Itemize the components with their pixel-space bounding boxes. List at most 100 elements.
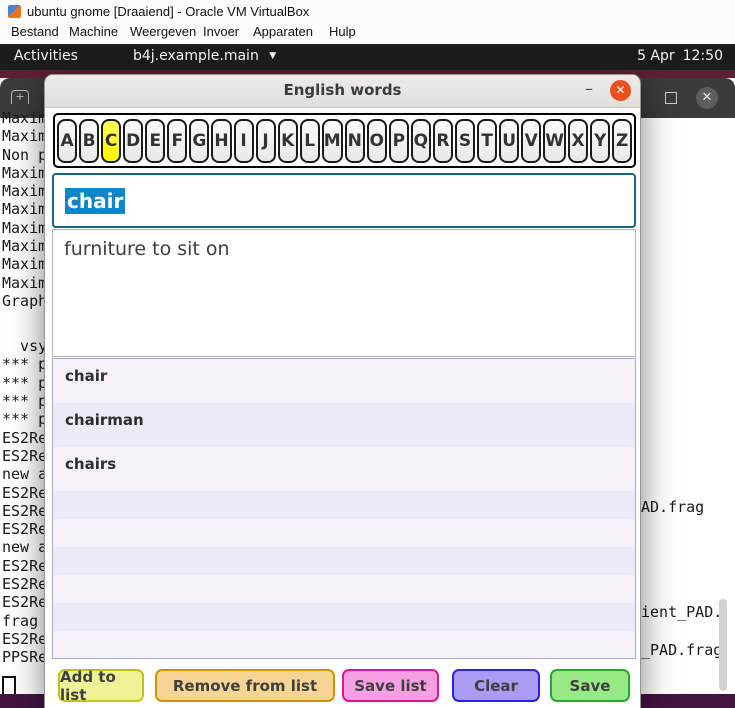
clock-time: 12:50	[682, 48, 723, 64]
letter-key-i[interactable]: I	[233, 118, 254, 163]
menu-machine[interactable]: Machine	[69, 24, 118, 39]
clock-button[interactable]: 5 Apr 12:50	[629, 48, 723, 64]
terminal-scrollbar[interactable]	[719, 599, 727, 691]
word-list-empty-row	[53, 547, 635, 575]
terminal-output-line: new a	[2, 539, 46, 556]
terminal-output-line: *** p	[2, 375, 46, 392]
definition-box[interactable]: furniture to sit on	[52, 229, 636, 357]
letter-key-h[interactable]: H	[211, 118, 232, 163]
terminal-output-line: Maxim	[2, 201, 46, 218]
letter-key-x[interactable]: X	[568, 118, 589, 163]
menu-weergeven[interactable]: Weergeven	[130, 24, 196, 39]
save-button[interactable]: Save	[550, 669, 630, 702]
add-to-list-button[interactable]: Add to list	[58, 668, 144, 704]
letter-key-k[interactable]: K	[277, 118, 298, 163]
menu-apparaten[interactable]: Apparaten	[253, 24, 313, 39]
letter-key-b[interactable]: B	[79, 118, 100, 163]
terminal-output-line: *** p	[2, 356, 46, 373]
letter-key-e[interactable]: E	[145, 118, 166, 163]
english-words-window: English words – ✕ ABCDEFGHIJKLMNOPQRSTUV…	[44, 74, 641, 708]
terminal-close-icon[interactable]: ✕	[696, 87, 718, 109]
terminal-output-line: PPSRe	[2, 649, 46, 666]
letter-key-j[interactable]: J	[255, 118, 276, 163]
word-list[interactable]: chair chairman chairs	[52, 358, 636, 659]
letter-key-y[interactable]: Y	[590, 118, 611, 163]
terminal-output-line: Maxim	[2, 238, 46, 255]
app-menu-button[interactable]: b4j.example.main ▼	[133, 48, 276, 64]
minimize-icon[interactable]: –	[585, 79, 593, 98]
virtualbox-window-title: ubuntu gnome [Draaiend] - Oracle VM Virt…	[27, 3, 310, 19]
word-list-item[interactable]: chair	[53, 359, 635, 403]
terminal-output-line: ES2Re	[2, 485, 46, 502]
terminal-output-line: ES2Re	[2, 448, 46, 465]
terminal-output-line: ES2Re	[2, 594, 46, 611]
terminal-output-line: Graph	[2, 293, 46, 310]
letter-key-d[interactable]: D	[123, 118, 144, 163]
letter-key-n[interactable]: N	[344, 118, 365, 163]
virtualbox-menubar: Bestand Machine Weergeven Invoer Apparaten Hu…	[0, 22, 735, 44]
virtualbox-titlebar: ubuntu gnome [Draaiend] - Oracle VM Virt…	[0, 0, 735, 23]
clock-date: 5 Apr	[637, 48, 675, 64]
letter-key-c[interactable]: C	[101, 118, 122, 163]
terminal-output-line: new a	[2, 466, 46, 483]
word-input[interactable]: chair	[52, 173, 636, 228]
terminal-output-line: _PAD.frag	[641, 641, 723, 659]
terminal-output-line: *** p	[2, 393, 46, 410]
word-list-item[interactable]: chairs	[53, 447, 635, 491]
terminal-output-line: Non p	[2, 147, 46, 164]
gnome-top-bar: Activities b4j.example.main ▼ 5 Apr 12:50	[0, 44, 735, 70]
terminal-output-line: frag	[2, 613, 46, 630]
letter-key-u[interactable]: U	[499, 118, 520, 163]
terminal-output-line: ES2Re	[2, 576, 46, 593]
terminal-output-line: ES2Re	[2, 430, 46, 447]
close-icon[interactable]: ✕	[610, 80, 631, 101]
menu-hulp[interactable]: Hulp	[329, 24, 356, 39]
letter-key-g[interactable]: G	[189, 118, 210, 163]
letter-key-v[interactable]: V	[521, 118, 542, 163]
definition-text: furniture to sit on	[64, 238, 230, 260]
maximize-icon[interactable]	[665, 92, 677, 104]
activities-button[interactable]: Activities	[14, 48, 78, 64]
terminal-output-line: Maxim	[2, 165, 46, 182]
terminal-output-line: Maxim	[2, 220, 46, 237]
new-tab-icon[interactable]: +	[11, 90, 29, 104]
save-list-button[interactable]: Save list	[342, 669, 439, 702]
clear-button[interactable]: Clear	[452, 669, 540, 702]
terminal-output-line: *** p	[2, 411, 46, 428]
word-list-empty-row	[53, 603, 635, 631]
word-list-item[interactable]: chairman	[53, 403, 635, 447]
letter-key-a[interactable]: A	[57, 118, 78, 163]
terminal-output-line: ES2Re	[2, 521, 46, 538]
menu-invoer[interactable]: Invoer	[203, 24, 239, 39]
terminal-output-line: ES2Re	[2, 631, 46, 648]
menu-bestand[interactable]: Bestand	[11, 24, 59, 39]
letter-key-z[interactable]: Z	[612, 118, 633, 163]
remove-from-list-button[interactable]: Remove from list	[155, 669, 335, 702]
english-words-titlebar[interactable]: English words – ✕	[45, 75, 640, 108]
letter-key-o[interactable]: O	[366, 118, 387, 163]
window-title: English words	[283, 81, 402, 99]
word-list-empty-row	[53, 631, 635, 658]
letter-key-l[interactable]: L	[299, 118, 320, 163]
letter-key-q[interactable]: Q	[410, 118, 431, 163]
virtualbox-app-icon	[8, 4, 21, 18]
word-list-empty-row	[53, 519, 635, 547]
alphabet-keyboard: ABCDEFGHIJKLMNOPQRSTUVWXYZ	[53, 113, 636, 168]
terminal-output-line: vsyn	[20, 338, 46, 355]
letter-key-f[interactable]: F	[167, 118, 188, 163]
terminal-output-line: Maxim	[2, 110, 46, 127]
letter-key-t[interactable]: T	[477, 118, 498, 163]
terminal-output-line: Maxim	[2, 256, 46, 273]
word-list-empty-row	[53, 491, 635, 519]
terminal-output-line: Maxim	[2, 128, 46, 145]
terminal-output-line: AD.frag	[641, 498, 705, 516]
letter-key-m[interactable]: M	[321, 118, 343, 163]
letter-key-w[interactable]: W	[543, 118, 566, 163]
letter-key-p[interactable]: P	[388, 118, 409, 163]
terminal-output-line: Maxim	[2, 183, 46, 200]
app-menu-label: b4j.example.main	[133, 48, 259, 64]
letter-key-r[interactable]: R	[432, 118, 453, 163]
letter-key-s[interactable]: S	[454, 118, 476, 163]
virtualbox-screen: ubuntu gnome [Draaiend] - Oracle VM Virt…	[0, 0, 735, 708]
terminal-output-line: ient_PAD.	[641, 603, 723, 621]
